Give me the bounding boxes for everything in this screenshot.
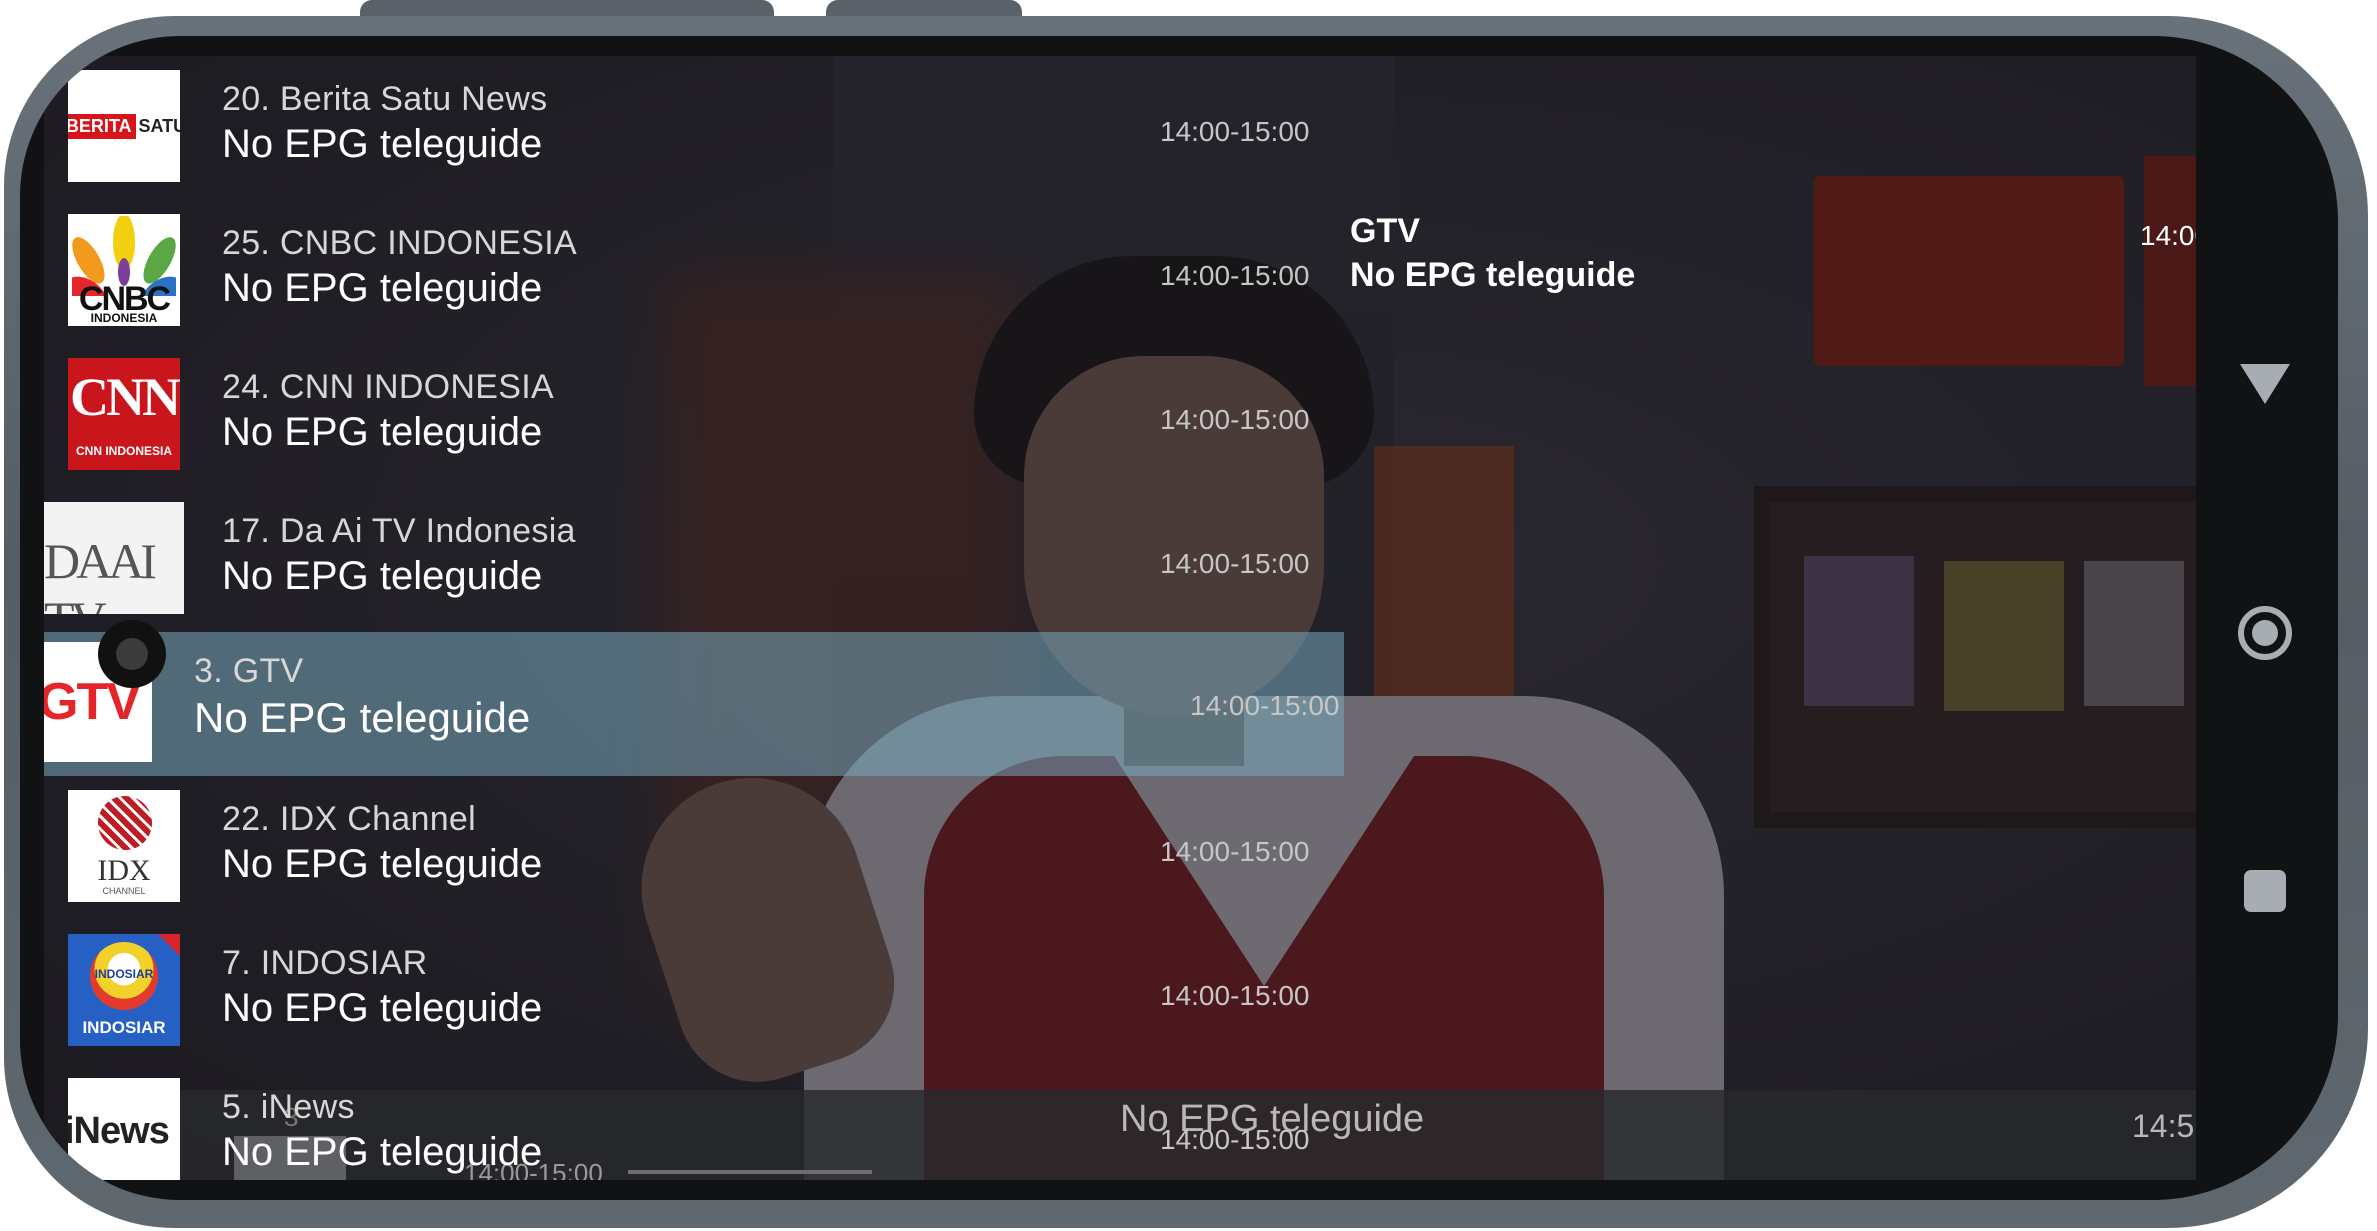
daai-logo: DAAI TV — [44, 502, 184, 614]
circle-home-icon[interactable] — [2238, 606, 2292, 660]
channel-time: 14:00-15:00 — [1160, 404, 1310, 435]
program-epg-title: No EPG teleguide — [1350, 256, 1636, 294]
channel-row[interactable]: DAAI TV 17. Da Ai TV Indonesia No EPG te… — [44, 488, 1344, 632]
scroll-handle[interactable] — [98, 620, 166, 688]
device-frame: GTV No EPG teleguide 14:00 3 No EPG tele… — [0, 0, 2377, 1231]
channel-time: 14:00-15:00 — [1160, 1124, 1310, 1155]
channel-row[interactable]: BERITA SATU 20. Berita Satu News No EPG t… — [44, 56, 1344, 200]
channel-name: 17. Da Ai TV Indonesia — [222, 512, 576, 550]
square-recents-icon[interactable] — [2244, 870, 2286, 912]
channel-epg: No EPG teleguide — [194, 694, 531, 741]
channel-time: 14:00-15:00 — [1160, 836, 1310, 867]
channel-name: 25. CNBC INDONESIA — [222, 224, 577, 262]
channel-name: 5. iNews — [222, 1088, 355, 1126]
channel-epg: No EPG teleguide — [222, 554, 543, 598]
idx-logo: IDX CHANNEL — [68, 790, 180, 902]
channel-name: 22. IDX Channel — [222, 800, 476, 838]
channel-row[interactable]: INDOSIAR INDOSIAR 7. INDOSIAR No EPG tel… — [44, 920, 1344, 1064]
beritasatu-logo: BERITA SATU — [68, 70, 180, 182]
channel-name: 20. Berita Satu News — [222, 80, 548, 118]
phone-bezel: GTV No EPG teleguide 14:00 3 No EPG tele… — [20, 36, 2338, 1200]
channel-row[interactable]: iNews 5. iNews No EPG teleguide 14:00-15… — [44, 1064, 1344, 1180]
channel-epg: No EPG teleguide — [222, 1130, 543, 1174]
cnn-logo: CNN CNN INDONESIA — [68, 358, 180, 470]
channel-name: 24. CNN INDONESIA — [222, 368, 554, 406]
program-time: 14:00 — [2140, 220, 2196, 251]
channel-row[interactable]: CNBC INDONESIA 25. CNBC INDONESIA No EPG… — [44, 200, 1344, 344]
channel-name: 7. INDOSIAR — [222, 944, 428, 982]
channel-list[interactable]: BERITA SATU 20. Berita Satu News No EPG t… — [44, 56, 1344, 1180]
channel-time: 14:00-15:00 — [1160, 548, 1310, 579]
channel-epg: No EPG teleguide — [222, 410, 543, 454]
player-time: 14:5 — [2132, 1108, 2195, 1144]
cnbc-logo: CNBC INDONESIA — [68, 214, 180, 326]
inews-logo: iNews — [68, 1078, 180, 1180]
channel-row-selected[interactable]: GTV 3. GTV No EPG teleguide 14:00-15:00 — [44, 632, 1344, 776]
channel-epg: No EPG teleguide — [222, 842, 543, 886]
channel-epg: No EPG teleguide — [222, 986, 543, 1030]
tv-app-screen: GTV No EPG teleguide 14:00 3 No EPG tele… — [44, 56, 2196, 1180]
channel-row[interactable]: CNN CNN INDONESIA 24. CNN INDONESIA No E… — [44, 344, 1344, 488]
channel-name: 3. GTV — [194, 652, 304, 690]
channel-epg: No EPG teleguide — [222, 266, 543, 310]
channel-time: 14:00-15:00 — [1160, 980, 1310, 1011]
channel-row[interactable]: IDX CHANNEL 22. IDX Channel No EPG teleg… — [44, 776, 1344, 920]
triangle-back-icon[interactable] — [2240, 364, 2290, 404]
channel-time: 14:00-15:00 — [1160, 116, 1310, 147]
channel-time: 14:00-15:00 — [1160, 260, 1310, 291]
indosiar-logo: INDOSIAR INDOSIAR — [68, 934, 180, 1046]
channel-time: 14:00-15:00 — [1190, 690, 1340, 721]
program-channel-name: GTV — [1350, 212, 1420, 250]
channel-epg: No EPG teleguide — [222, 122, 543, 166]
